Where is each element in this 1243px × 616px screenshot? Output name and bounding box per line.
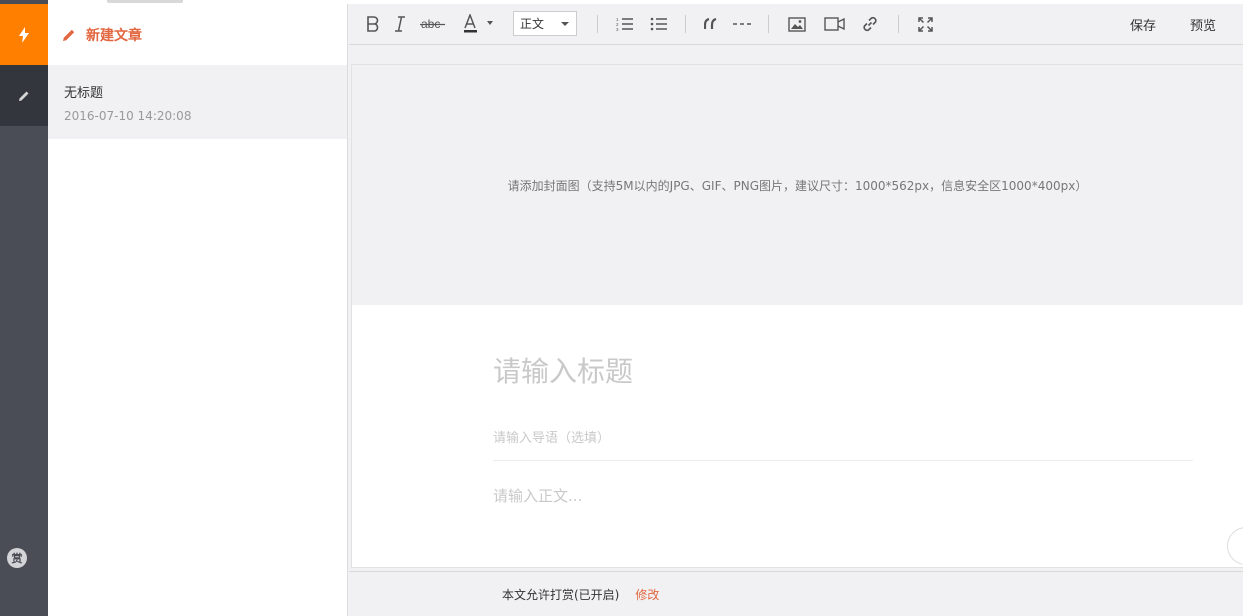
image-icon <box>788 16 806 32</box>
video-icon <box>823 17 845 31</box>
fullscreen-button[interactable] <box>914 12 936 36</box>
list-item[interactable]: 无标题 2016-07-10 14:20:08 <box>48 65 347 139</box>
paragraph-style-select[interactable]: 正文 <box>513 11 577 36</box>
cover-hint-text: 请添加封面图（支持5M以内的JPG、GIF、PNG图片，建议尺寸：1000*56… <box>507 178 1088 193</box>
summary-input[interactable]: 请输入导语（选填） <box>493 427 610 446</box>
bold-button[interactable] <box>363 12 383 36</box>
body-input[interactable]: 请输入正文... <box>493 485 582 506</box>
chevron-down-icon <box>561 22 569 26</box>
reward-icon[interactable]: 赏 <box>7 548 27 568</box>
font-color-button[interactable] <box>461 12 499 36</box>
editor-toolbar: abc 正文 1 2 3 保存 预览 <box>349 4 1243 45</box>
preview-button[interactable]: 预览 <box>1190 15 1216 34</box>
new-article-button[interactable]: 新建文章 <box>48 4 347 65</box>
ordered-list-button[interactable]: 1 2 3 <box>614 12 636 36</box>
editor-footer: 本文允许打赏(已开启) 修改 <box>349 571 1243 616</box>
font-color-icon <box>464 14 493 33</box>
italic-button[interactable] <box>391 12 409 36</box>
article-list-panel: 新建文章 无标题 2016-07-10 14:20:08 <box>48 4 348 616</box>
floating-action-button[interactable] <box>1227 527 1243 565</box>
pencil-icon <box>63 29 75 41</box>
quote-icon <box>704 18 717 29</box>
modify-reward-link[interactable]: 修改 <box>635 586 659 603</box>
reward-status-text: 本文允许打赏(已开启) <box>502 587 620 602</box>
blockquote-button[interactable] <box>701 12 721 36</box>
paragraph-style-value: 正文 <box>520 17 545 31</box>
insert-image-button[interactable] <box>786 12 808 36</box>
fullscreen-icon <box>917 16 933 32</box>
insert-video-button[interactable] <box>822 12 846 36</box>
strikethrough-button[interactable]: abc <box>419 12 447 36</box>
horizontal-rule-icon <box>733 23 751 25</box>
link-icon <box>863 16 877 32</box>
svg-text:3: 3 <box>616 27 619 31</box>
unordered-list-icon <box>650 17 667 31</box>
toolbar-divider <box>898 15 899 33</box>
ordered-list-icon: 1 2 3 <box>616 17 633 31</box>
toolbar-divider <box>768 15 769 33</box>
bold-icon <box>367 16 379 32</box>
lightning-icon <box>19 26 29 43</box>
new-article-label: 新建文章 <box>86 27 142 44</box>
article-title: 无标题 <box>64 86 104 101</box>
left-rail: 赏 <box>0 0 48 616</box>
article-date: 2016-07-10 14:20:08 <box>64 109 192 123</box>
horizontal-rule-button[interactable] <box>731 12 753 36</box>
editor-canvas: 请添加封面图（支持5M以内的JPG、GIF、PNG图片，建议尺寸：1000*56… <box>351 64 1243 568</box>
cover-image-upload[interactable]: 请添加封面图（支持5M以内的JPG、GIF、PNG图片，建议尺寸：1000*56… <box>352 65 1243 305</box>
pencil-icon <box>19 91 29 101</box>
unordered-list-button[interactable] <box>648 12 670 36</box>
save-button[interactable]: 保存 <box>1130 15 1156 34</box>
italic-icon <box>395 16 405 32</box>
toolbar-divider <box>597 15 598 33</box>
rail-quick-button[interactable] <box>0 4 48 65</box>
toolbar-divider <box>685 15 686 33</box>
strikethrough-icon: abc <box>420 17 445 31</box>
insert-link-button[interactable] <box>859 12 881 36</box>
rail-edit-button[interactable] <box>0 65 48 126</box>
window-tab-handle <box>107 0 183 3</box>
summary-divider <box>493 460 1193 461</box>
title-input[interactable]: 请输入标题 <box>493 350 633 390</box>
